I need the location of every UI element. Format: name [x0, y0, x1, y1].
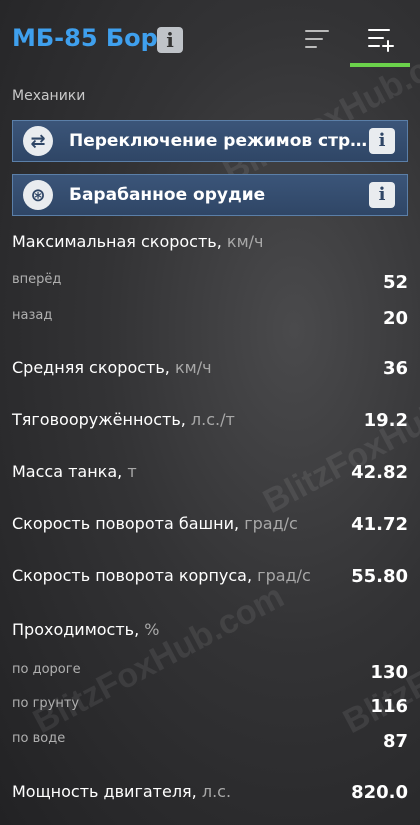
active-indicator — [350, 63, 410, 67]
stat-value: 87 — [382, 731, 408, 752]
tank-title: МБ-85 Бор — [12, 24, 158, 52]
mechanic-drum-gun[interactable]: ⊛ Барабанное орудие i — [12, 174, 408, 216]
stat-label: Средняя скорость, — [12, 358, 170, 377]
stat-label: Мощность двигателя, — [12, 782, 197, 801]
stat-label: по грунту — [12, 696, 80, 711]
watermark: BlitzFoxHub.com — [337, 577, 420, 742]
stat-unit: км/ч — [226, 232, 264, 251]
stat-value: 130 — [370, 662, 408, 683]
stat-label: Скорость поворота корпуса, — [12, 566, 253, 585]
stat-label: Максимальная скорость, — [12, 232, 222, 251]
stat-label: по воде — [12, 731, 66, 746]
info-icon[interactable]: i — [369, 128, 395, 154]
stat-unit: град/с — [244, 514, 298, 533]
mechanics-section-label: Механики — [12, 88, 86, 104]
mechanic-label: Барабанное орудие — [69, 185, 266, 205]
stat-label: Тяговооружённость, — [12, 410, 186, 429]
stat-unit: т — [127, 462, 137, 481]
mode-switch-icon: ⇄ — [23, 126, 53, 156]
stat-value: 116 — [370, 696, 408, 717]
stat-unit: % — [144, 620, 160, 639]
drum-gun-icon: ⊛ — [23, 180, 53, 210]
list-view-extended-icon[interactable] — [350, 12, 410, 67]
stat-label: назад — [12, 308, 53, 323]
stat-value: 52 — [382, 272, 408, 293]
stat-label: по дороге — [12, 662, 81, 677]
mechanic-mode-switch[interactable]: ⇄ Переключение режимов стр... i — [12, 120, 408, 162]
stat-unit: л.с./т — [190, 410, 235, 429]
info-icon[interactable]: i — [369, 182, 395, 208]
stat-value: 36 — [382, 358, 408, 379]
stat-unit: км/ч — [174, 358, 212, 377]
tank-info-icon[interactable]: i — [157, 27, 183, 53]
stat-label: вперёд — [12, 272, 62, 287]
stat-value: 820.0 — [351, 782, 408, 803]
stat-value: 55.80 — [351, 566, 408, 587]
stat-label: Проходимость, — [12, 620, 140, 639]
stat-label: Масса танка, — [12, 462, 123, 481]
watermark: BlitzFoxHub.com — [27, 577, 291, 742]
list-view-icon[interactable] — [305, 27, 333, 51]
stat-label: Скорость поворота башни, — [12, 514, 240, 533]
stat-value: 41.72 — [351, 514, 408, 535]
header: МБ-85 Бор i — [0, 0, 420, 80]
mechanic-label: Переключение режимов стр... — [69, 131, 369, 151]
watermark: BlitzFoxHub.com — [257, 357, 420, 522]
stat-unit: л.с. — [201, 782, 232, 801]
stat-value: 20 — [382, 308, 408, 329]
stat-unit: град/с — [257, 566, 311, 585]
stat-value: 19.2 — [363, 410, 408, 431]
stat-value: 42.82 — [351, 462, 408, 483]
